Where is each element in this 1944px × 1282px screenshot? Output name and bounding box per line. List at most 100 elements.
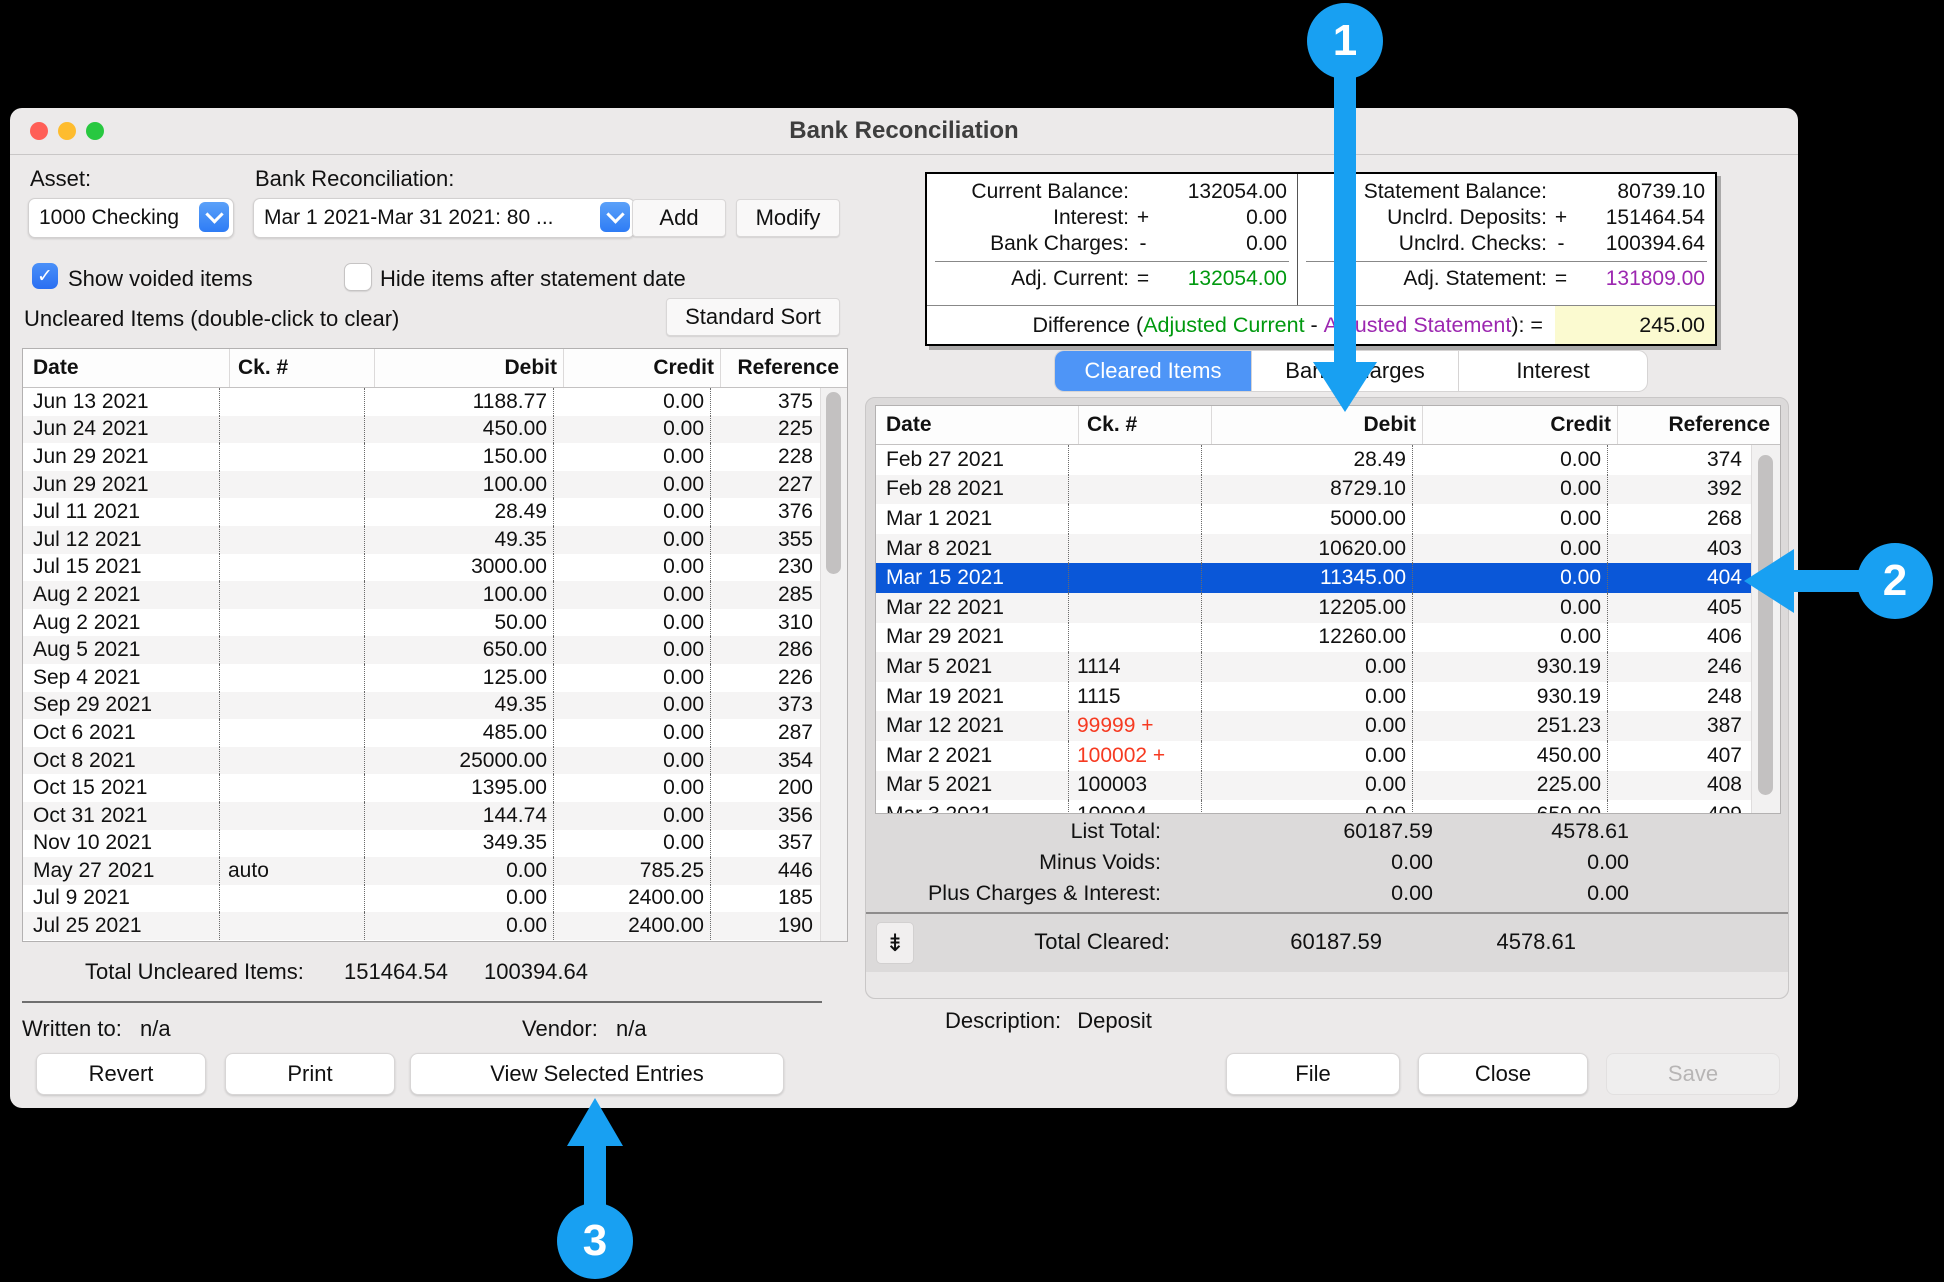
tab-interest[interactable]: Interest xyxy=(1458,351,1647,391)
table-row[interactable]: Mar 3 20211000040.00650.00409 xyxy=(876,800,1752,813)
cell-debit: 49.35 xyxy=(364,692,553,720)
annotation-2-arrowhead-icon xyxy=(1744,549,1794,613)
cell-ref: 285 xyxy=(710,581,821,609)
table-row[interactable]: Mar 22 202112205.000.00405 xyxy=(876,593,1752,623)
table-row[interactable]: Mar 2 2021100002 +0.00450.00407 xyxy=(876,741,1752,771)
table-row[interactable]: Aug 5 2021650.000.00286 xyxy=(23,636,821,664)
revert-button[interactable]: Revert xyxy=(36,1053,206,1095)
sum-rule xyxy=(1306,261,1707,262)
reconciliation-select[interactable]: Mar 1 2021-Mar 31 2021: 80 ... xyxy=(253,198,635,238)
column-header-date[interactable]: Date xyxy=(23,349,229,387)
table-row[interactable]: Oct 8 202125000.000.00354 xyxy=(23,747,821,775)
zoom-window-icon[interactable] xyxy=(86,122,104,140)
table-row[interactable]: Jun 13 20211188.770.00375 xyxy=(23,388,821,416)
screen: Bank Reconciliation Asset: 1000 Checking… xyxy=(0,0,1944,1282)
scrollbar-thumb[interactable] xyxy=(1758,455,1773,795)
modify-button[interactable]: Modify xyxy=(736,199,840,237)
table-row[interactable]: Jun 24 2021450.000.00225 xyxy=(23,416,821,444)
column-header-ck[interactable]: Ck. # xyxy=(1078,406,1211,444)
column-header-ck[interactable]: Ck. # xyxy=(229,349,374,387)
column-header-reference[interactable]: Reference xyxy=(1617,406,1780,444)
cell-date: Jul 11 2021 xyxy=(23,498,219,526)
cell-debit: 0.00 xyxy=(364,885,553,913)
close-button[interactable]: Close xyxy=(1418,1053,1588,1095)
column-header-debit[interactable]: Debit xyxy=(374,349,563,387)
table-row[interactable]: Sep 4 2021125.000.00226 xyxy=(23,664,821,692)
column-header-date[interactable]: Date xyxy=(876,406,1078,444)
cell-ref: 225 xyxy=(710,416,821,444)
table-row[interactable]: Jun 29 2021150.000.00228 xyxy=(23,443,821,471)
chevron-down-icon[interactable] xyxy=(199,202,229,232)
table-row[interactable]: Jul 12 202149.350.00355 xyxy=(23,526,821,554)
table-row[interactable]: Oct 6 2021485.000.00287 xyxy=(23,719,821,747)
table-row[interactable]: Mar 5 20211000030.00225.00408 xyxy=(876,771,1752,801)
cell-credit: 0.00 xyxy=(553,554,710,582)
table-row[interactable]: Sep 29 202149.350.00373 xyxy=(23,692,821,720)
scrollbar-thumb[interactable] xyxy=(826,392,841,574)
table-row[interactable]: Feb 28 20218729.100.00392 xyxy=(876,475,1752,505)
close-window-icon[interactable] xyxy=(30,122,48,140)
column-header-credit[interactable]: Credit xyxy=(563,349,720,387)
cleared-table-body: Feb 27 202128.490.00374Feb 28 20218729.1… xyxy=(876,445,1752,813)
table-row[interactable]: Jun 29 2021100.000.00227 xyxy=(23,471,821,499)
cleared-scrollbar[interactable] xyxy=(1751,445,1780,813)
cell-debit: 28.49 xyxy=(364,498,553,526)
table-row[interactable]: Jul 25 20210.002400.00190 xyxy=(23,912,821,940)
difference-value: 245.00 xyxy=(1555,306,1715,344)
tab-cleared-items[interactable]: Cleared Items xyxy=(1055,351,1251,391)
table-row[interactable]: Mar 8 202110620.000.00403 xyxy=(876,534,1752,564)
standard-sort-button[interactable]: Standard Sort xyxy=(666,298,840,336)
table-row[interactable]: Oct 31 2021144.740.00356 xyxy=(23,802,821,830)
cell-ref: 310 xyxy=(710,609,821,637)
chevron-down-icon[interactable] xyxy=(600,202,630,232)
table-row[interactable]: Mar 1 20215000.000.00268 xyxy=(876,504,1752,534)
cell-ck xyxy=(1068,534,1201,564)
minimize-window-icon[interactable] xyxy=(58,122,76,140)
table-row[interactable]: Jul 15 20213000.000.00230 xyxy=(23,554,821,582)
table-row[interactable]: Aug 2 202150.000.00310 xyxy=(23,609,821,637)
show-voided-checkbox[interactable]: ✓ xyxy=(32,263,58,289)
add-button[interactable]: Add xyxy=(632,199,726,237)
adj-statement-value: 131809.00 xyxy=(1575,267,1715,291)
table-row[interactable]: Jul 9 20210.002400.00185 xyxy=(23,885,821,913)
uncleared-scrollbar[interactable] xyxy=(820,388,847,941)
cell-ref: 373 xyxy=(710,692,821,720)
cell-credit: 0.00 xyxy=(553,802,710,830)
hide-items-checkbox[interactable] xyxy=(344,263,372,291)
written-to-label: Written to: n/a xyxy=(22,1016,171,1042)
table-row[interactable]: Jul 11 202128.490.00376 xyxy=(23,498,821,526)
table-row[interactable]: Oct 15 20211395.000.00200 xyxy=(23,774,821,802)
cell-ck xyxy=(1068,593,1201,623)
cell-date: Mar 8 2021 xyxy=(876,534,1068,564)
cell-debit: 0.00 xyxy=(1201,682,1412,712)
cell-date: Oct 8 2021 xyxy=(23,747,219,775)
table-row[interactable]: Mar 5 202111140.00930.19246 xyxy=(876,652,1752,682)
cell-credit: 0.00 xyxy=(1412,623,1607,653)
adjusted-current-term: Adjusted Current xyxy=(1143,313,1304,338)
table-row[interactable]: Mar 19 202111150.00930.19248 xyxy=(876,682,1752,712)
asset-select[interactable]: 1000 Checking xyxy=(28,198,234,238)
table-row[interactable]: Aug 2 2021100.000.00285 xyxy=(23,581,821,609)
table-row[interactable]: Feb 27 202128.490.00374 xyxy=(876,445,1752,475)
cell-credit: 0.00 xyxy=(553,747,710,775)
table-row[interactable]: Nov 10 2021349.350.00357 xyxy=(23,830,821,858)
save-button[interactable]: Save xyxy=(1606,1053,1780,1095)
view-selected-entries-button[interactable]: View Selected Entries xyxy=(410,1053,784,1095)
column-header-credit[interactable]: Credit xyxy=(1422,406,1617,444)
cell-debit: 0.00 xyxy=(364,912,553,940)
total-cleared-debit: 60187.59 xyxy=(1170,929,1382,955)
cell-date: Sep 4 2021 xyxy=(23,664,219,692)
column-header-reference[interactable]: Reference xyxy=(720,349,847,387)
print-button[interactable]: Print xyxy=(225,1053,395,1095)
cell-debit: 100.00 xyxy=(364,471,553,499)
table-row[interactable]: Mar 12 202199999 +0.00251.23387 xyxy=(876,711,1752,741)
cell-ck xyxy=(219,498,364,526)
cell-date: Aug 5 2021 xyxy=(23,636,219,664)
cell-date: Mar 5 2021 xyxy=(876,652,1068,682)
plus-charges-debit: 0.00 xyxy=(1161,881,1433,906)
table-row[interactable]: Mar 15 202111345.000.00404 xyxy=(876,563,1752,593)
table-row[interactable]: Mar 29 202112260.000.00406 xyxy=(876,623,1752,653)
table-row[interactable]: May 27 2021auto0.00785.25446 xyxy=(23,857,821,885)
file-button[interactable]: File xyxy=(1226,1053,1400,1095)
cell-date: Nov 10 2021 xyxy=(23,830,219,858)
